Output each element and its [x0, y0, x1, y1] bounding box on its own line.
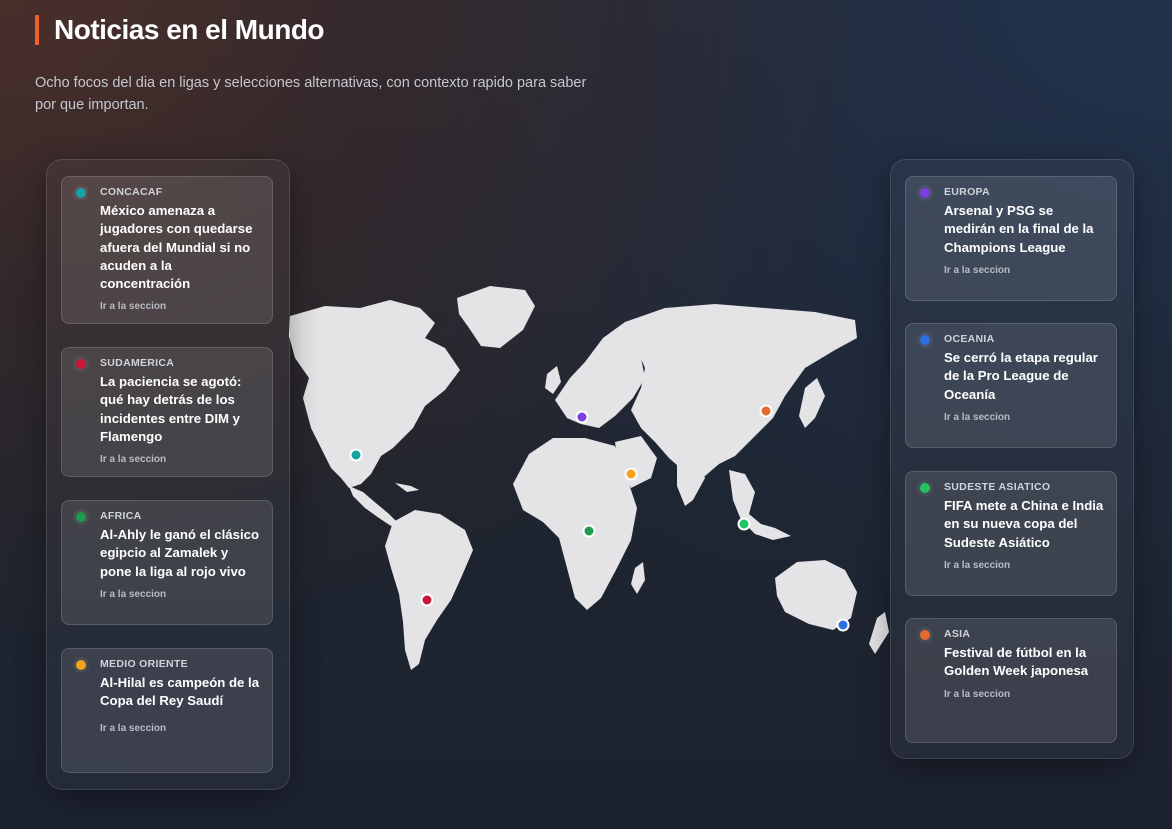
- card-link[interactable]: Ir a la seccion: [100, 301, 260, 312]
- region-dot-icon: [76, 512, 86, 522]
- card-link[interactable]: Ir a la seccion: [944, 265, 1104, 276]
- card-region: SUDAMERICA: [100, 357, 175, 369]
- card-link[interactable]: Ir a la seccion: [944, 689, 1104, 700]
- news-card-asia[interactable]: ASIA Festival de fútbol en la Golden Wee…: [905, 618, 1117, 743]
- map-pin-oceania[interactable]: [836, 618, 850, 632]
- card-region: CONCACAF: [100, 186, 163, 198]
- card-region: MEDIO ORIENTE: [100, 658, 188, 670]
- news-card-europa[interactable]: EUROPA Arsenal y PSG se medirán en la fi…: [905, 176, 1117, 301]
- card-headline: Al-Hilal es campeón de la Copa del Rey S…: [100, 675, 260, 709]
- map-pin-africa[interactable]: [582, 524, 596, 538]
- card-link[interactable]: Ir a la seccion: [944, 560, 1104, 571]
- region-dot-icon: [76, 660, 86, 670]
- card-region: AFRICA: [100, 510, 142, 522]
- card-link[interactable]: Ir a la seccion: [944, 412, 1104, 423]
- card-link[interactable]: Ir a la seccion: [100, 589, 260, 600]
- southeast-asia-shape: [729, 470, 791, 540]
- central-america-shape: [349, 486, 397, 526]
- card-headline: FIFA mete a China e India en su nueva co…: [944, 498, 1104, 550]
- uk-shape: [545, 366, 561, 394]
- card-headline: Al-Ahly le ganó el clásico egipcio al Za…: [100, 527, 260, 579]
- news-card-africa[interactable]: AFRICA Al-Ahly le ganó el clásico egipci…: [61, 500, 273, 625]
- card-headline: México amenaza a jugadores con quedarse …: [100, 203, 253, 292]
- title-row: Noticias en el Mundo: [35, 14, 595, 46]
- new-zealand-shape: [869, 612, 889, 654]
- news-card-concacaf[interactable]: CONCACAF México amenaza a jugadores con …: [61, 176, 273, 324]
- region-dot-icon: [76, 188, 86, 198]
- map-pin-medio-oriente[interactable]: [624, 467, 638, 481]
- africa-shape: [513, 438, 637, 610]
- map-pin-asia[interactable]: [759, 404, 773, 418]
- card-headline: La paciencia se agotó: qué hay detrás de…: [100, 374, 242, 444]
- south-america-shape: [385, 510, 473, 670]
- caribbean-shape: [395, 483, 419, 492]
- map-pin-sudamerica[interactable]: [420, 593, 434, 607]
- left-news-panel: CONCACAF México amenaza a jugadores con …: [46, 159, 290, 790]
- news-card-sudeste-asiatico[interactable]: SUDESTE ASIATICO FIFA mete a China e Ind…: [905, 471, 1117, 596]
- card-region: ASIA: [944, 628, 971, 640]
- title-accent-bar: [35, 15, 39, 45]
- page-subtitle: Ocho focos del dia en ligas y seleccione…: [35, 75, 587, 113]
- card-region: EUROPA: [944, 186, 990, 198]
- region-dot-icon: [920, 483, 930, 493]
- page-header: Noticias en el Mundo Ocho focos del dia …: [35, 14, 595, 116]
- card-link[interactable]: Ir a la seccion: [100, 723, 260, 734]
- region-dot-icon: [920, 188, 930, 198]
- card-headline: Arsenal y PSG se medirán en la final de …: [944, 203, 1094, 255]
- card-headline: Festival de fútbol en la Golden Week jap…: [944, 645, 1089, 679]
- card-region: SUDESTE ASIATICO: [944, 481, 1051, 493]
- map-pin-europa[interactable]: [575, 410, 589, 424]
- map-pin-sudeste-asiatico[interactable]: [737, 517, 751, 531]
- card-region: OCEANIA: [944, 333, 995, 345]
- north-america-shape: [289, 300, 460, 488]
- news-card-sudamerica[interactable]: SUDAMERICA La paciencia se agotó: qué ha…: [61, 347, 273, 477]
- region-dot-icon: [76, 359, 86, 369]
- japan-shape: [799, 378, 825, 428]
- region-dot-icon: [920, 630, 930, 640]
- greenland-shape: [457, 286, 535, 348]
- world-map: [289, 286, 889, 670]
- card-link[interactable]: Ir a la seccion: [100, 454, 260, 465]
- region-dot-icon: [920, 335, 930, 345]
- news-card-medio-oriente[interactable]: MEDIO ORIENTE Al-Hilal es campeón de la …: [61, 648, 273, 773]
- map-pin-concacaf[interactable]: [349, 448, 363, 462]
- right-news-panel: EUROPA Arsenal y PSG se medirán en la fi…: [890, 159, 1134, 759]
- page-title: Noticias en el Mundo: [54, 14, 325, 45]
- card-headline: Se cerró la etapa regular de la Pro Leag…: [944, 350, 1098, 402]
- news-card-oceania[interactable]: OCEANIA Se cerró la etapa regular de la …: [905, 323, 1117, 448]
- madagascar-shape: [631, 562, 645, 594]
